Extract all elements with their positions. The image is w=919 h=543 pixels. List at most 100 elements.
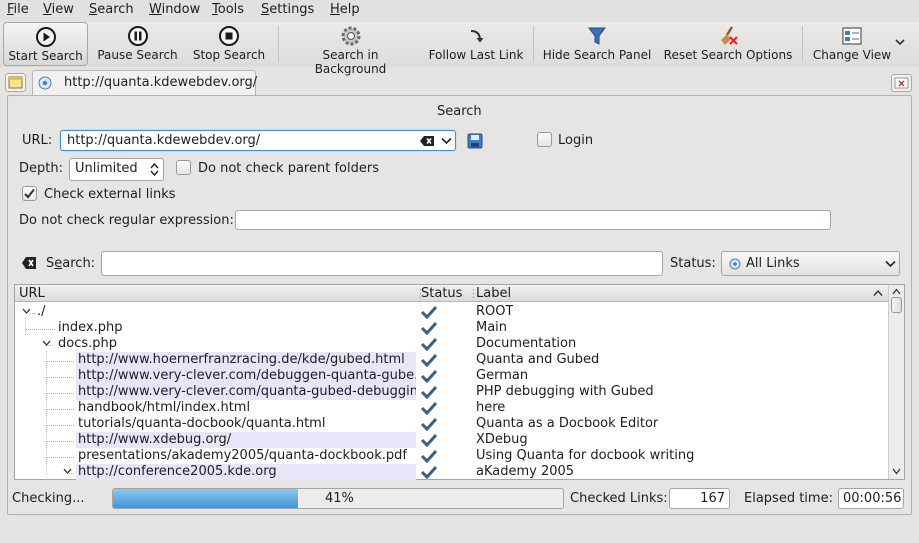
- view-layout-icon: [842, 27, 862, 45]
- progress-text: 41%: [325, 491, 354, 506]
- menu-view[interactable]: View: [43, 2, 74, 17]
- table-row[interactable]: http://www.very-clever.com/debuggen-quan…: [15, 368, 890, 384]
- tree-header: URL ⋮ Status ⋮ Label: [15, 285, 888, 302]
- search-background-button[interactable]: Search in Background: [285, 22, 416, 76]
- menu-bar: File View Search Window Tools Settings H…: [0, 0, 919, 22]
- progress-fill: [113, 489, 298, 508]
- ok-status-icon: [421, 465, 437, 479]
- menu-help[interactable]: Help: [330, 2, 360, 17]
- ok-status-icon: [421, 353, 437, 367]
- table-row[interactable]: http://www.xdebug.org/ XDebug: [15, 432, 890, 448]
- scroll-thumb[interactable]: [891, 297, 902, 313]
- toolbar-separator: [802, 26, 803, 62]
- menu-file[interactable]: File: [7, 2, 29, 17]
- follow-arrow-icon: [470, 30, 484, 43]
- table-row[interactable]: handbook/html/index.html here: [15, 400, 890, 416]
- check-external-links-label: Check external links: [44, 187, 176, 202]
- menu-window[interactable]: Window: [149, 2, 200, 17]
- pause-icon: [127, 26, 148, 46]
- table-row[interactable]: index.php Main: [15, 320, 890, 336]
- toolbar-separator: [278, 26, 279, 62]
- stop-icon: [219, 26, 239, 46]
- checked-links-label: Checked Links:: [570, 491, 668, 506]
- page-favicon-icon: [38, 76, 52, 90]
- save-url-icon[interactable]: [467, 133, 483, 149]
- ok-status-icon: [421, 337, 437, 351]
- gear-icon: [341, 26, 360, 46]
- scroll-down-icon[interactable]: [892, 468, 901, 475]
- elapsed-time-label: Elapsed time:: [744, 491, 833, 506]
- scroll-up-icon[interactable]: [892, 288, 901, 295]
- close-tab-icon: [894, 77, 909, 89]
- tab-quanta[interactable]: http://quanta.kdewebdev.org/: [32, 70, 258, 95]
- vertical-scrollbar[interactable]: [888, 285, 904, 479]
- ok-status-icon: [421, 385, 437, 399]
- table-row[interactable]: ./ ROOT: [15, 304, 890, 320]
- toolbar-separator: [533, 26, 534, 62]
- close-tab-button[interactable]: [891, 74, 912, 92]
- start-search-button[interactable]: Start Search: [3, 22, 88, 66]
- column-header-url[interactable]: URL: [19, 286, 45, 301]
- results-tree[interactable]: URL ⋮ Status ⋮ Label ./ ROOT index.php M…: [14, 284, 905, 480]
- url-label: URL:: [22, 133, 53, 148]
- ok-status-icon: [421, 417, 437, 431]
- url-combobox[interactable]: http://quanta.kdewebdev.org/: [60, 130, 456, 151]
- change-view-button[interactable]: Change View: [811, 22, 893, 66]
- menu-search[interactable]: Search: [89, 2, 134, 17]
- url-input-value[interactable]: http://quanta.kdewebdev.org/: [67, 133, 260, 148]
- hide-search-panel-button[interactable]: Hide Search Panel: [542, 22, 652, 66]
- checkmark-icon: [24, 188, 35, 199]
- ok-status-icon: [421, 449, 437, 463]
- login-checkbox[interactable]: [537, 132, 552, 147]
- toolbar-overflow-chevron-icon[interactable]: [894, 38, 906, 46]
- main-toolbar: Start Search Pause Search Stop Search Se…: [0, 22, 919, 76]
- pause-search-button[interactable]: Pause Search: [95, 22, 180, 66]
- status-filter-label: Status:: [670, 256, 716, 271]
- collapse-arrow-icon[interactable]: [42, 340, 51, 347]
- all-links-icon: [729, 258, 741, 270]
- status-filter-value: All Links: [746, 256, 800, 271]
- menu-settings[interactable]: Settings: [261, 2, 314, 17]
- progress-bar: 41%: [112, 488, 564, 509]
- ok-status-icon: [421, 401, 437, 415]
- reset-search-options-button[interactable]: Reset Search Options: [663, 22, 793, 66]
- status-filter-select[interactable]: All Links: [721, 251, 900, 276]
- check-external-links-checkbox[interactable]: [22, 186, 37, 201]
- login-label: Login: [558, 133, 594, 148]
- no-parent-folders-checkbox[interactable]: [176, 160, 191, 175]
- column-header-status[interactable]: Status: [421, 286, 462, 301]
- spin-arrows-icon[interactable]: [150, 162, 159, 177]
- collapse-arrow-icon[interactable]: [63, 468, 72, 475]
- tab-bar: http://quanta.kdewebdev.org/: [0, 69, 919, 95]
- chevron-down-icon[interactable]: [441, 137, 452, 145]
- table-row[interactable]: tutorials/quanta-docbook/quanta.html Qua…: [15, 416, 890, 432]
- regex-input[interactable]: [235, 210, 831, 230]
- table-row[interactable]: docs.php Documentation: [15, 336, 890, 352]
- ok-status-icon: [421, 369, 437, 383]
- broom-icon: [721, 26, 738, 45]
- clear-text-icon[interactable]: [419, 135, 435, 147]
- tab-title: http://quanta.kdewebdev.org/: [64, 75, 258, 90]
- depth-spinbox[interactable]: Unlimited: [69, 158, 164, 181]
- stop-search-button[interactable]: Stop Search: [190, 22, 268, 66]
- elapsed-time-value: 00:00:56: [838, 488, 904, 509]
- regex-label: Do not check regular expression:: [19, 213, 234, 228]
- play-icon: [35, 27, 56, 47]
- follow-last-link-button[interactable]: Follow Last Link: [428, 22, 524, 66]
- column-header-label[interactable]: Label: [476, 286, 511, 301]
- table-row[interactable]: presentations/akademy2005/quanta-dockboo…: [15, 448, 890, 464]
- table-row[interactable]: http://conference2005.kde.org aKademy 20…: [15, 464, 890, 480]
- no-parent-folders-label: Do not check parent folders: [198, 161, 379, 176]
- table-row[interactable]: http://www.hoernerfranzracing.de/kde/gub…: [15, 352, 890, 368]
- filter-funnel-icon: [588, 27, 606, 45]
- clear-search-icon[interactable]: [21, 256, 37, 270]
- filter-search-label: Search:: [46, 256, 96, 271]
- new-tab-button[interactable]: [5, 73, 26, 92]
- ok-status-icon: [421, 433, 437, 447]
- depth-value[interactable]: Unlimited: [75, 161, 138, 176]
- collapse-arrow-icon[interactable]: [22, 308, 31, 315]
- menu-tools[interactable]: Tools: [212, 2, 244, 17]
- depth-label: Depth:: [19, 161, 63, 176]
- filter-search-input[interactable]: [101, 251, 663, 276]
- table-row[interactable]: http://www.very-clever.com/quanta-gubed-…: [15, 384, 890, 400]
